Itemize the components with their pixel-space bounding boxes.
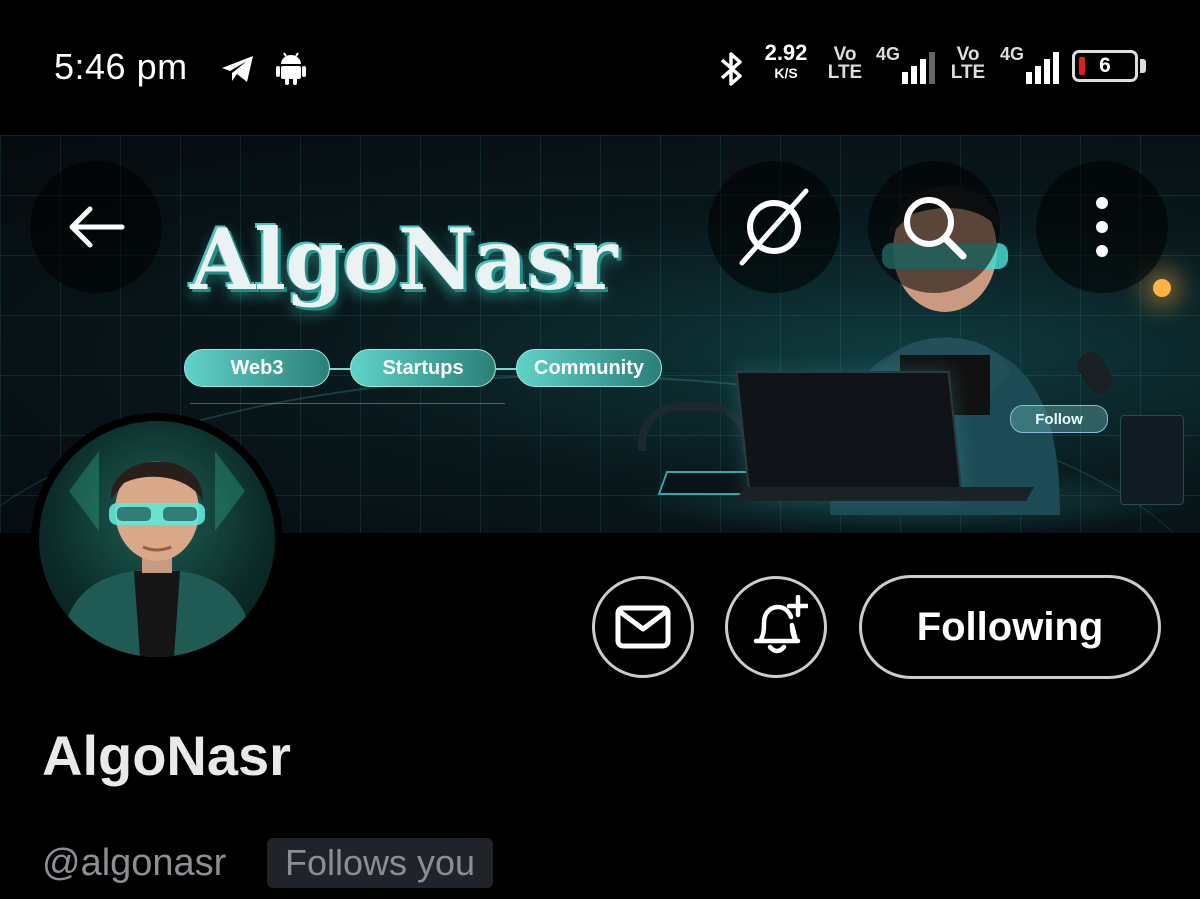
grok-button[interactable]: [708, 161, 840, 293]
sim1-network-label: 4G: [876, 44, 901, 64]
search-button[interactable]: [868, 161, 1000, 293]
avatar-illustration: [59, 451, 255, 657]
notifications-subscribe-button[interactable]: [725, 576, 827, 678]
signal-icon: [1026, 52, 1059, 84]
signal-icon: [902, 52, 935, 84]
banner-pill-community: Community: [516, 349, 662, 387]
more-options-button[interactable]: [1036, 161, 1168, 293]
pill-connector: [328, 368, 352, 370]
android-icon: [276, 52, 306, 85]
back-button[interactable]: [30, 161, 162, 293]
grok-icon: [739, 188, 809, 266]
follows-you-badge: Follows you: [267, 838, 494, 888]
avatar-image: [39, 421, 275, 657]
avatar[interactable]: [31, 413, 283, 665]
banner-pill-startups: Startups: [350, 349, 496, 387]
network-speed: 2.92 K/S: [764, 40, 808, 81]
envelope-icon: [615, 605, 671, 649]
message-button[interactable]: [592, 576, 694, 678]
bluetooth-icon: [720, 52, 742, 86]
laptop-illustration: [735, 371, 963, 495]
sim2-network-label: 4G: [1000, 44, 1025, 64]
profile-display-name: AlgoNasr: [42, 724, 291, 787]
bell-plus-icon: [753, 595, 808, 654]
volte-badge-2: Vo LTE: [950, 44, 986, 83]
more-vertical-icon: [1096, 197, 1108, 257]
following-button[interactable]: Following: [859, 575, 1161, 679]
banner-follow-chip: Follow: [1010, 405, 1108, 433]
volte-badge-1: Vo LTE: [827, 44, 863, 83]
back-arrow-icon: [69, 206, 125, 248]
pill-connector: [496, 368, 518, 370]
battery-icon: 6: [1072, 50, 1138, 82]
banner-brand-title: AlgoNasr: [190, 210, 618, 309]
headphones-illustration: [638, 403, 750, 451]
pencil-cup-illustration: [1120, 415, 1184, 505]
banner-divider: [190, 403, 505, 404]
lamp-illustration: [1153, 279, 1171, 297]
banner-pill-web3: Web3: [184, 349, 330, 387]
telegram-icon: [222, 56, 253, 82]
laptop-base-illustration: [735, 487, 1035, 501]
search-icon: [904, 197, 967, 260]
battery-tip: [1140, 59, 1146, 73]
status-bar: 5:46 pm 2.92 K/S Vo LTE 4G Vo LTE 4G 6: [0, 0, 1200, 135]
status-time: 5:46 pm: [54, 46, 188, 87]
profile-handle: @algonasr: [42, 842, 227, 884]
